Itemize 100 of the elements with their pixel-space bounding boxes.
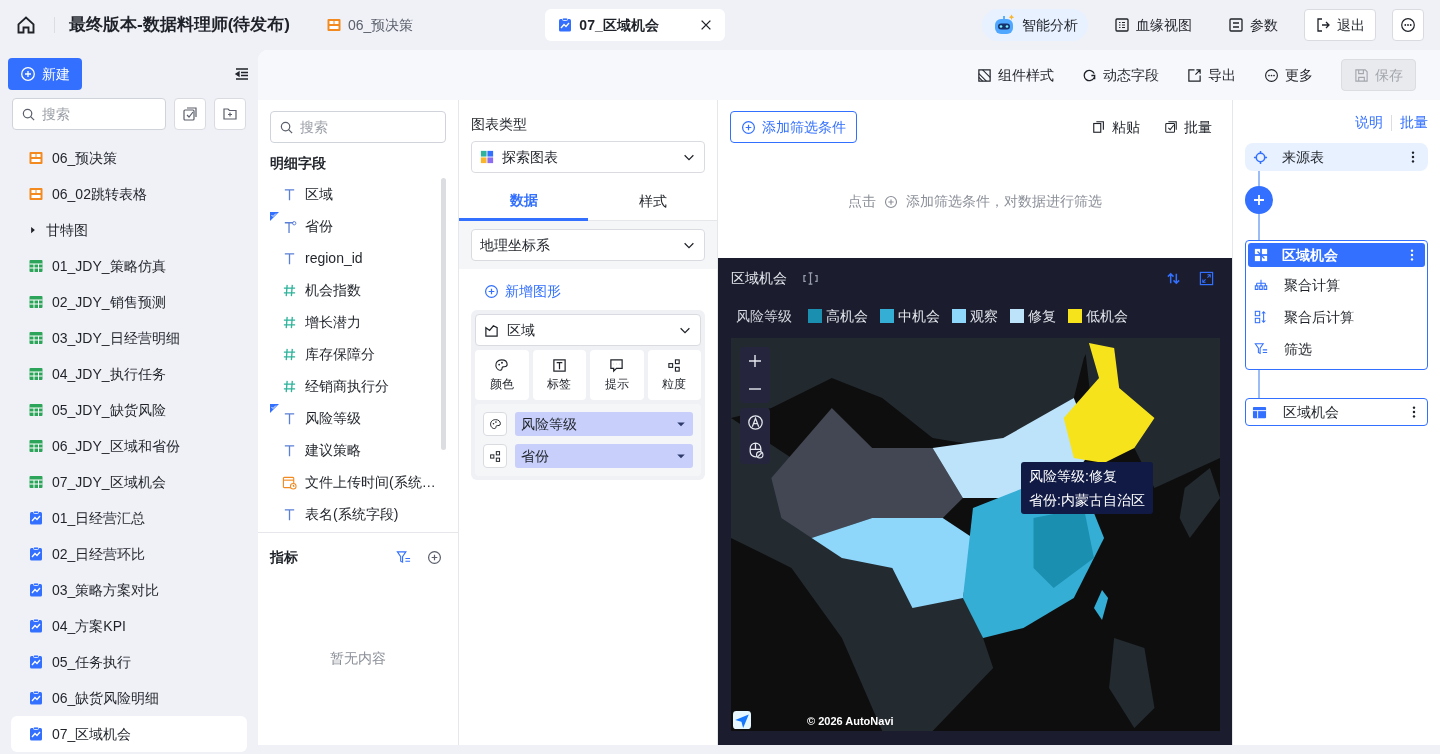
sidebar-item[interactable]: 03_JDY_日经营明细	[0, 320, 258, 356]
toolbar-button[interactable]: 更多	[1264, 64, 1313, 86]
section-title: 明细字段	[269, 154, 327, 173]
fullscreen-icon[interactable]	[1199, 270, 1214, 286]
chart-title: 区域机会	[731, 268, 787, 288]
zoom-in-icon[interactable]	[747, 353, 763, 369]
plus-icon	[20, 66, 36, 82]
node-step[interactable]: 筛选	[1246, 333, 1427, 365]
toolbar-button[interactable]: 导出	[1187, 64, 1236, 86]
table-icon	[28, 366, 44, 382]
sidebar-item[interactable]: 05_任务执行	[0, 644, 258, 680]
sidebar-item[interactable]: 01_日经营汇总	[0, 500, 258, 536]
sidebar-item[interactable]: 04_方案KPI	[0, 608, 258, 644]
table-icon	[28, 330, 44, 346]
filter-icon[interactable]	[396, 550, 411, 565]
field-pill[interactable]: 省份	[515, 444, 693, 468]
sidebar-item[interactable]: 04_JDY_执行任务	[0, 356, 258, 392]
chart-icon	[28, 546, 44, 562]
coordinate-select[interactable]: 地理坐标系	[471, 229, 705, 261]
palette-icon	[494, 357, 510, 373]
search-field[interactable]: 搜索	[270, 111, 446, 143]
home-icon[interactable]	[16, 15, 36, 35]
new-folder-button[interactable]	[214, 98, 246, 130]
text-icon	[282, 186, 297, 202]
search-input[interactable]: 搜索	[40, 102, 158, 126]
hint-text: 添加筛选条件，对数据进行筛选	[906, 192, 1102, 211]
field-item[interactable]: 文件上传时间(系统…	[270, 466, 441, 498]
header-button[interactable]: 参数	[1218, 9, 1288, 41]
collapse-icon[interactable]	[234, 66, 250, 82]
table-icon	[1252, 404, 1267, 420]
search-input[interactable]: 搜索	[298, 115, 437, 139]
sidebar-item[interactable]: 06_预决策	[0, 140, 258, 176]
select-button[interactable]	[174, 98, 207, 130]
node-header[interactable]: 区域机会	[1248, 243, 1425, 267]
dashboard-icon	[28, 150, 44, 166]
link[interactable]: 说明	[1355, 112, 1383, 133]
checkbox-icon	[1164, 120, 1178, 134]
sidebar-item[interactable]: 甘特图	[0, 212, 258, 248]
field-item[interactable]: 经销商执行分	[270, 370, 441, 402]
field-item[interactable]: 风险等级	[270, 402, 441, 434]
field-item[interactable]: 机会指数	[270, 274, 441, 306]
channel-button[interactable]: 颜色	[475, 350, 529, 400]
toolbar-button[interactable]: 组件样式	[977, 64, 1054, 86]
link[interactable]: 批量	[1400, 112, 1428, 133]
node-step[interactable]: 聚合计算	[1246, 269, 1427, 301]
sidebar-item[interactable]: 02_日经营环比	[0, 536, 258, 572]
toolbar-button[interactable]: 动态字段	[1082, 64, 1159, 86]
layer-select[interactable]: 区域	[475, 314, 701, 346]
toolbar-button[interactable]: 粘贴	[1092, 116, 1140, 138]
add-filter-button[interactable]: 添加筛选条件	[730, 111, 857, 143]
more-button[interactable]	[1392, 9, 1424, 41]
sidebar-item[interactable]: 02_JDY_销售预测	[0, 284, 258, 320]
channel-button[interactable]: 标签	[532, 350, 586, 400]
add-shape-link[interactable]: 新增图形	[484, 281, 717, 302]
sidebar-item[interactable]: 01_JDY_策略仿真	[0, 248, 258, 284]
chart-type-select[interactable]: 探索图表	[471, 141, 705, 173]
document-tab[interactable]: 06_预决策	[314, 9, 426, 41]
sidebar-item[interactable]: 07_区域机会	[11, 716, 247, 752]
header-button[interactable]: 血缘视图	[1104, 9, 1202, 41]
scrollbar[interactable]	[441, 178, 446, 450]
source-node[interactable]: 来源表	[1245, 143, 1428, 171]
search-icon	[279, 119, 294, 135]
sort-icon[interactable]	[1166, 270, 1181, 286]
field-item[interactable]: 省份	[270, 210, 441, 242]
section-title: 指标	[270, 548, 298, 567]
dashboard-icon	[326, 17, 342, 33]
field-item[interactable]: 区域	[270, 178, 441, 210]
compass-icon[interactable]	[746, 413, 764, 431]
new-button[interactable]: 新建	[8, 58, 82, 90]
add-icon[interactable]	[427, 550, 442, 565]
field-item[interactable]: 库存保障分	[270, 338, 441, 370]
field-item[interactable]: 表名(系统字段)	[270, 498, 441, 530]
toolbar-button[interactable]: 批量	[1164, 116, 1212, 138]
channel-icon-button[interactable]	[483, 444, 507, 468]
channel-button[interactable]: 粒度	[647, 350, 701, 400]
header-button[interactable]: 智能分析	[982, 9, 1088, 41]
search-field[interactable]: 搜索	[12, 98, 167, 130]
sidebar-item[interactable]: 03_策略方案对比	[0, 572, 258, 608]
text-cursor-icon[interactable]	[803, 270, 818, 286]
sidebar-item[interactable]: 06_缺货风险明细	[0, 680, 258, 716]
field-item[interactable]: 增长潜力	[270, 306, 441, 338]
blocks-icon	[488, 449, 502, 463]
search-icon	[21, 106, 36, 122]
field-pill[interactable]: 风险等级	[515, 412, 693, 436]
channel-button[interactable]: 提示	[590, 350, 644, 400]
calendar-icon	[282, 474, 297, 490]
hash-icon	[282, 314, 297, 330]
sidebar-item[interactable]: 07_JDY_区域机会	[0, 464, 258, 500]
node-step[interactable]: 聚合后计算	[1246, 301, 1427, 333]
field-item[interactable]: region_id	[270, 242, 441, 274]
output-node[interactable]: 区域机会	[1245, 398, 1428, 426]
header-button[interactable]: 退出	[1304, 9, 1376, 41]
sidebar-item[interactable]: 06_JDY_区域和省份	[0, 428, 258, 464]
channel-icon-button[interactable]	[483, 412, 507, 436]
add-node-button[interactable]	[1245, 186, 1273, 214]
sidebar-item[interactable]: 06_02跳转表格	[0, 176, 258, 212]
text-icon	[282, 410, 297, 426]
field-item[interactable]: 建议策略	[270, 434, 441, 466]
sidebar-item[interactable]: 05_JDY_缺货风险	[0, 392, 258, 428]
document-tab[interactable]: 07_区域机会	[545, 9, 726, 41]
